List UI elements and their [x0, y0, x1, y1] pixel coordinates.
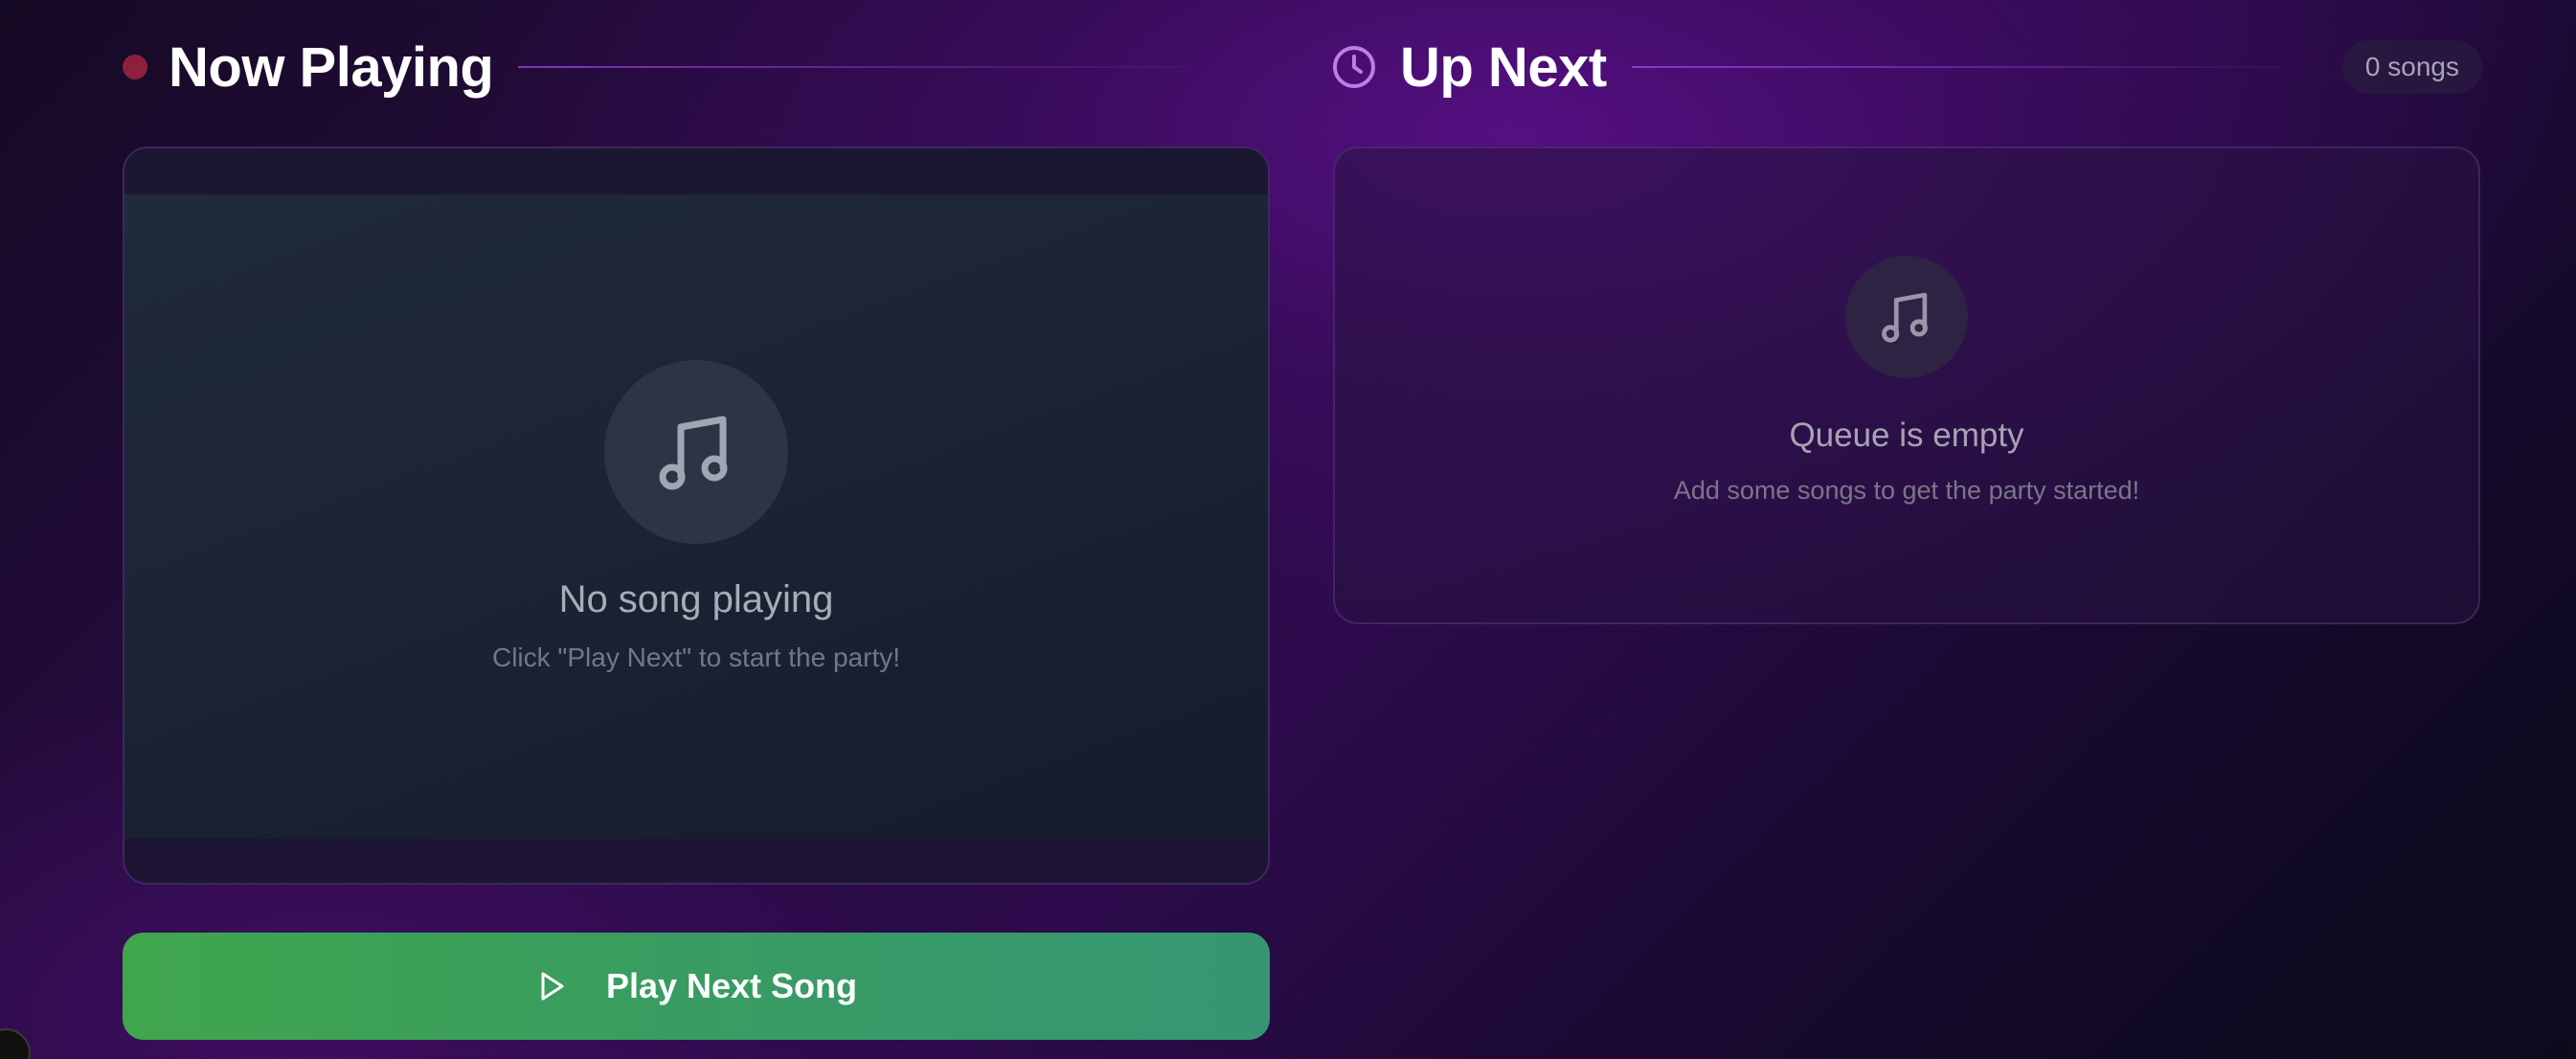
- clock-icon: [1333, 46, 1375, 88]
- now-playing-title: Now Playing: [169, 35, 494, 99]
- queue-count-badge: 0 songs: [2341, 40, 2482, 94]
- music-note-icon: [604, 360, 788, 544]
- player-screen: No song playing Click "Play Next" to sta…: [124, 194, 1268, 842]
- header-divider: [518, 66, 1189, 68]
- now-playing-header: Now Playing: [123, 29, 1272, 105]
- player-top-bar: [124, 148, 1268, 194]
- now-playing-card: No song playing Click "Play Next" to sta…: [123, 146, 1270, 885]
- up-next-title: Up Next: [1400, 35, 1607, 99]
- header-divider: [1631, 66, 2283, 68]
- no-song-subtitle: Click "Play Next" to start the party!: [491, 642, 900, 672]
- queue-empty-state: Queue is empty Add some songs to get the…: [1335, 256, 2478, 506]
- queue-card: Queue is empty Add some songs to get the…: [1333, 146, 2480, 624]
- queue-empty-title: Queue is empty: [1789, 417, 2024, 454]
- music-note-icon: [1845, 256, 1968, 378]
- play-icon: [541, 972, 564, 1001]
- play-next-song-button[interactable]: Play Next Song: [123, 933, 1270, 1040]
- recording-dot-icon: [123, 55, 147, 79]
- play-next-song-label: Play Next Song: [605, 966, 858, 1005]
- no-song-title: No song playing: [558, 578, 834, 620]
- player-bottom-bar: [124, 839, 1268, 883]
- player-empty-state: No song playing Click "Play Next" to sta…: [124, 360, 1268, 673]
- corner-widget[interactable]: [0, 1028, 31, 1059]
- queue-empty-subtitle: Add some songs to get the party started!: [1673, 476, 2140, 505]
- up-next-header: Up Next 0 songs: [1331, 29, 2482, 105]
